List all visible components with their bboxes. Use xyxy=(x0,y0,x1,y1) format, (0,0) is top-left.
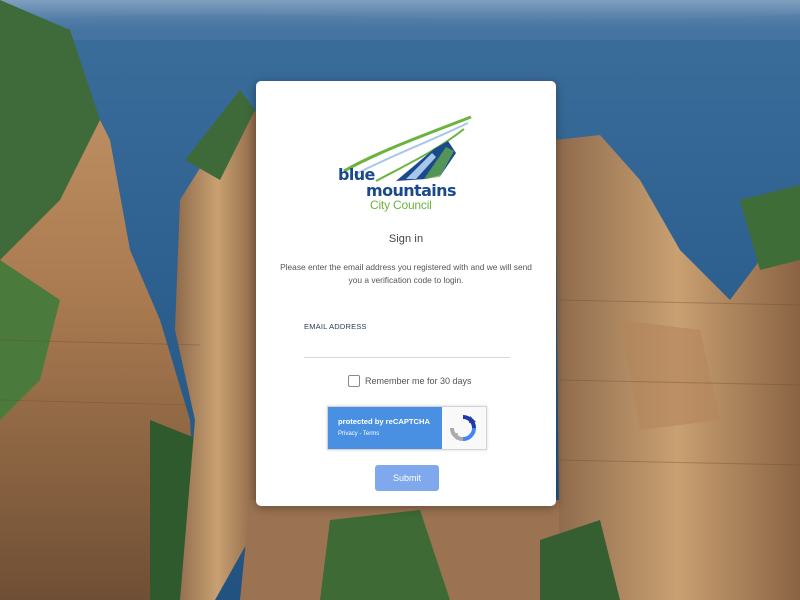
brand-wordmark: blue mountains xyxy=(338,167,456,199)
page-title: Sign in xyxy=(388,233,424,245)
recaptcha-privacy-link[interactable]: Privacy xyxy=(338,431,358,437)
recaptcha-title: protected by reCAPTCHA xyxy=(338,417,430,426)
recaptcha-terms-link[interactable]: Terms xyxy=(363,431,379,437)
recaptcha-logo-icon xyxy=(450,415,476,441)
submit-button[interactable]: Submit xyxy=(375,465,439,491)
recaptcha-badge[interactable]: protected by reCAPTCHA Privacy - Terms xyxy=(327,406,487,450)
signin-description: Please enter the email address you regis… xyxy=(280,262,532,285)
email-label: EMAIL ADDRESS xyxy=(304,322,367,331)
recaptcha-links: Privacy - Terms xyxy=(338,431,379,437)
remember-me[interactable]: Remember me for 30 days xyxy=(348,375,472,387)
recaptcha-panel: protected by reCAPTCHA Privacy - Terms xyxy=(328,407,442,449)
brand-city-council: City Council xyxy=(370,198,432,212)
remember-checkbox[interactable] xyxy=(348,375,360,387)
signin-card: blue mountains City Council Sign in Plea… xyxy=(256,81,556,506)
remember-label: Remember me for 30 days xyxy=(365,376,472,386)
email-field[interactable] xyxy=(304,335,510,358)
